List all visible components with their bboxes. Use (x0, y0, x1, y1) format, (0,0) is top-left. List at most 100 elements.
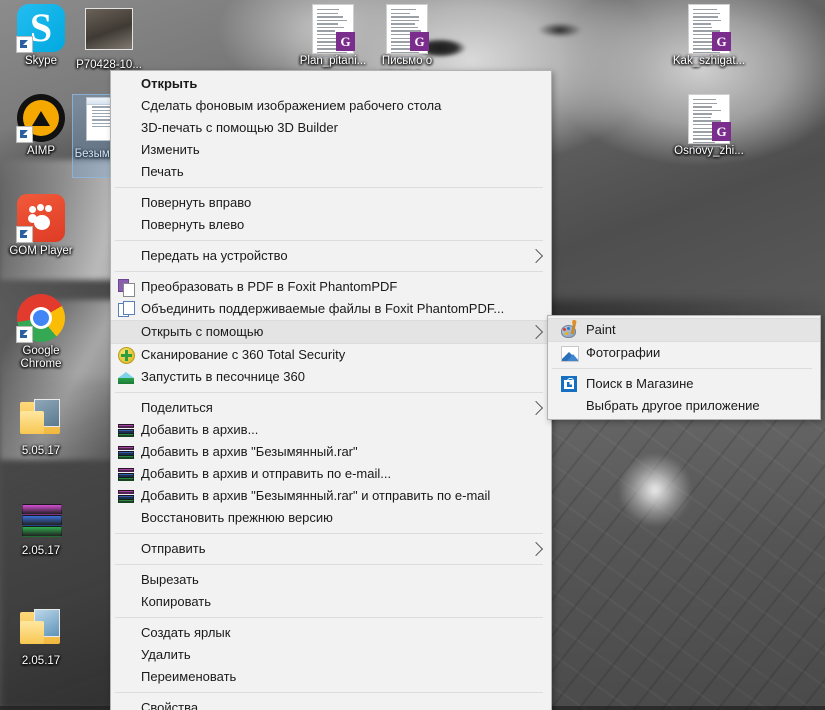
context-menu-item-label: Открыть (141, 73, 197, 95)
submenu-item[interactable]: Фотографии (548, 342, 820, 364)
context-menu-item[interactable]: Переименовать (111, 666, 551, 688)
menu-separator (115, 617, 543, 618)
context-menu-item-label: Создать ярлык (141, 622, 230, 644)
submenu-item[interactable]: Выбрать другое приложение (548, 395, 820, 417)
context-menu-item[interactable]: Добавить в архив "Безымянный.rar" и отпр… (111, 485, 551, 507)
foxit-combine-icon (118, 301, 134, 317)
submenu-item-label: Поиск в Магазине (586, 373, 694, 395)
context-menu-item-label: Восстановить прежнюю версию (141, 507, 333, 529)
chevron-right-icon (529, 325, 543, 339)
context-menu-item[interactable]: Сканирование с 360 Total Security (111, 344, 551, 366)
desktop-icon-9[interactable]: Google Chrome (4, 294, 78, 371)
context-menu-item[interactable]: Передать на устройство (111, 245, 551, 267)
winrar-icon (118, 444, 134, 460)
context-menu-item-label: Поделиться (141, 397, 213, 419)
context-menu-item[interactable]: Свойства (111, 697, 551, 710)
desktop-screen: S Skype P70428-10... G Plan_pitani... G Письмо… (0, 0, 825, 710)
desktop-icon-label: Google Chrome (4, 345, 78, 371)
context-menu-item-label: Отправить (141, 538, 205, 560)
context-menu-item[interactable]: Сделать фоновым изображением рабочего ст… (111, 95, 551, 117)
desktop-icon-12[interactable]: 2.05.17 (4, 604, 78, 668)
context-menu-item-label: Свойства (141, 697, 198, 710)
context-menu-item-label: Передать на устройство (141, 245, 288, 267)
submenu-item[interactable]: Paint (548, 318, 820, 342)
menu-separator (115, 533, 543, 534)
context-menu-item[interactable]: Добавить в архив "Безымянный.rar" (111, 441, 551, 463)
context-menu-item-label: Добавить в архив "Безымянный.rar" (141, 441, 358, 463)
context-menu-item-label: Печать (141, 161, 184, 183)
security-scan-icon (118, 347, 134, 363)
submenu-item[interactable]: Поиск в Магазине (548, 373, 820, 395)
store-icon (561, 376, 577, 392)
context-menu-item-label: Повернуть вправо (141, 192, 251, 214)
context-menu-item[interactable]: Добавить в архив и отправить по e-mail..… (111, 463, 551, 485)
submenu-item-label: Фотографии (586, 342, 660, 364)
winrar-archive-icon (17, 494, 65, 542)
desktop-icon-4[interactable]: G Kak_szhigat... (672, 4, 746, 68)
context-menu-item[interactable]: Объединить поддерживаемые файлы в Foxit … (111, 298, 551, 320)
foxit-convert-icon (118, 279, 134, 295)
context-menu-item-label: Копировать (141, 591, 211, 613)
desktop-icon-7[interactable]: G Osnovy_zhi... (672, 94, 746, 158)
document-icon: G (688, 94, 730, 144)
context-menu-item[interactable]: Запустить в песочнице 360 (111, 366, 551, 388)
desktop-icon-11[interactable]: 2.05.17 (4, 494, 78, 558)
menu-separator (115, 392, 543, 393)
context-menu-item-label: Добавить в архив... (141, 419, 258, 441)
shortcut-arrow-icon (16, 226, 33, 243)
context-menu-item[interactable]: Отправить (111, 538, 551, 560)
context-menu-item[interactable]: Преобразовать в PDF в Foxit PhantomPDF (111, 276, 551, 298)
desktop-icon-0[interactable]: S Skype (4, 4, 78, 68)
desktop-icon-10[interactable]: 5.05.17 (4, 394, 78, 458)
menu-separator (115, 240, 543, 241)
context-menu-item-label: Изменить (141, 139, 200, 161)
context-menu-item[interactable]: Вырезать (111, 569, 551, 591)
open-with-submenu[interactable]: Paint Фотографии Поиск в Магазине Выбрать д… (547, 315, 821, 420)
folder-icon (17, 394, 65, 442)
context-menu-item-label: Удалить (141, 644, 191, 666)
context-menu-item[interactable]: 3D-печать с помощью 3D Builder (111, 117, 551, 139)
context-menu-item[interactable]: Изменить (111, 139, 551, 161)
context-menu[interactable]: Открыть Сделать фоновым изображением рабо… (110, 70, 552, 710)
context-menu-item-label: Преобразовать в PDF в Foxit PhantomPDF (141, 276, 397, 298)
chevron-right-icon (529, 542, 543, 556)
context-menu-item-label: Открыть с помощью (141, 321, 263, 343)
context-menu-item[interactable]: Печать (111, 161, 551, 183)
context-menu-item-label: Сканирование с 360 Total Security (141, 344, 345, 366)
shortcut-arrow-icon (16, 36, 33, 53)
desktop-icon-label: 5.05.17 (4, 445, 78, 458)
context-menu-item-label: Повернуть влево (141, 214, 244, 236)
winrar-icon (118, 466, 134, 482)
desktop-icon-label: 2.05.17 (4, 545, 78, 558)
desktop-icon-5[interactable]: AIMP (4, 94, 78, 158)
submenu-item-label: Paint (586, 319, 616, 341)
folder-icon (17, 604, 65, 652)
desktop-icon-label: GOM Player (4, 245, 78, 258)
desktop-icon-2[interactable]: G Plan_pitani... (296, 4, 370, 68)
chevron-right-icon (529, 249, 543, 263)
context-menu-item[interactable]: Удалить (111, 644, 551, 666)
context-menu-item[interactable]: Поделиться (111, 397, 551, 419)
desktop-icon-8[interactable]: GOM Player (4, 194, 78, 258)
context-menu-item-label: Сделать фоновым изображением рабочего ст… (141, 95, 441, 117)
context-menu-item[interactable]: Повернуть влево (111, 214, 551, 236)
context-menu-item-label: Вырезать (141, 569, 199, 591)
context-menu-item[interactable]: Копировать (111, 591, 551, 613)
photos-icon (561, 345, 577, 361)
context-menu-item-label: Добавить в архив "Безымянный.rar" и отпр… (141, 485, 490, 507)
document-icon: G (312, 4, 354, 54)
context-menu-item[interactable]: Добавить в архив... (111, 419, 551, 441)
shortcut-arrow-icon (16, 326, 33, 343)
wallpaper-cobblestone-right (540, 400, 825, 710)
context-menu-item[interactable]: Повернуть вправо (111, 192, 551, 214)
sandbox-icon (118, 369, 134, 385)
document-icon: G (688, 4, 730, 54)
menu-separator (115, 564, 543, 565)
context-menu-item[interactable]: Восстановить прежнюю версию (111, 507, 551, 529)
desktop-icon-1[interactable]: P70428-10... (72, 4, 146, 72)
context-menu-item-label: Объединить поддерживаемые файлы в Foxit … (141, 298, 504, 320)
context-menu-item[interactable]: Создать ярлык (111, 622, 551, 644)
context-menu-item[interactable]: Открыть с помощью (111, 320, 551, 344)
context-menu-item[interactable]: Открыть (111, 73, 551, 95)
desktop-icon-label: 2.05.17 (4, 655, 78, 668)
